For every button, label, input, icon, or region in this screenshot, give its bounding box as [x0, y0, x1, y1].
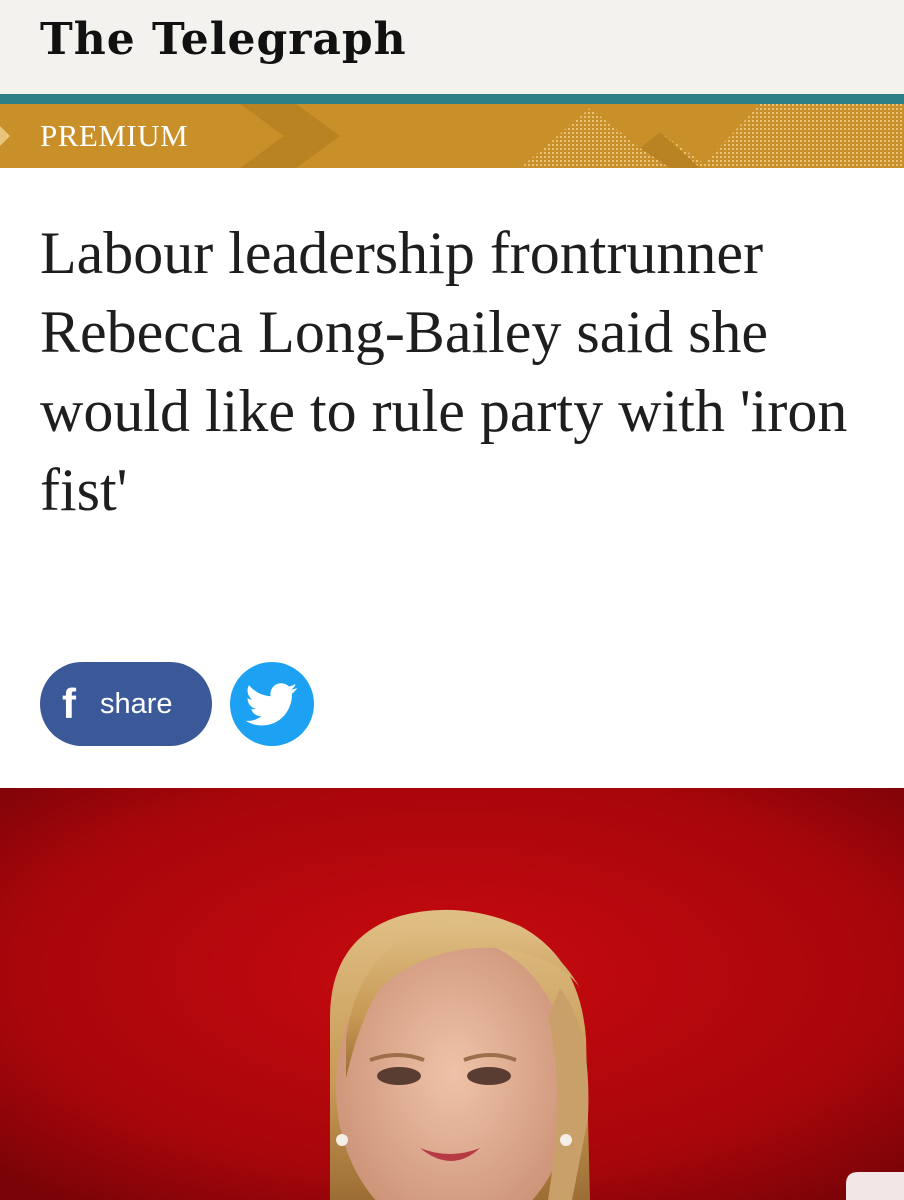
- article-photo-image: [0, 788, 904, 1200]
- share-buttons: f share: [40, 662, 340, 746]
- article-headline: Labour leadership frontrunner Rebecca Lo…: [40, 220, 848, 523]
- premium-banner: PREMIUM: [0, 104, 904, 168]
- masthead: The Telegraph: [0, 0, 904, 94]
- twitter-share-button[interactable]: [230, 662, 314, 746]
- masthead-divider: [0, 94, 904, 104]
- facebook-icon: f: [62, 680, 76, 727]
- premium-label: PREMIUM: [40, 118, 189, 153]
- article-photo: [0, 788, 904, 1200]
- facebook-share-button[interactable]: f share: [40, 662, 212, 746]
- twitter-bird-icon: [245, 683, 298, 726]
- telegraph-logo[interactable]: The Telegraph: [40, 10, 407, 70]
- facebook-share-label: share: [100, 688, 173, 720]
